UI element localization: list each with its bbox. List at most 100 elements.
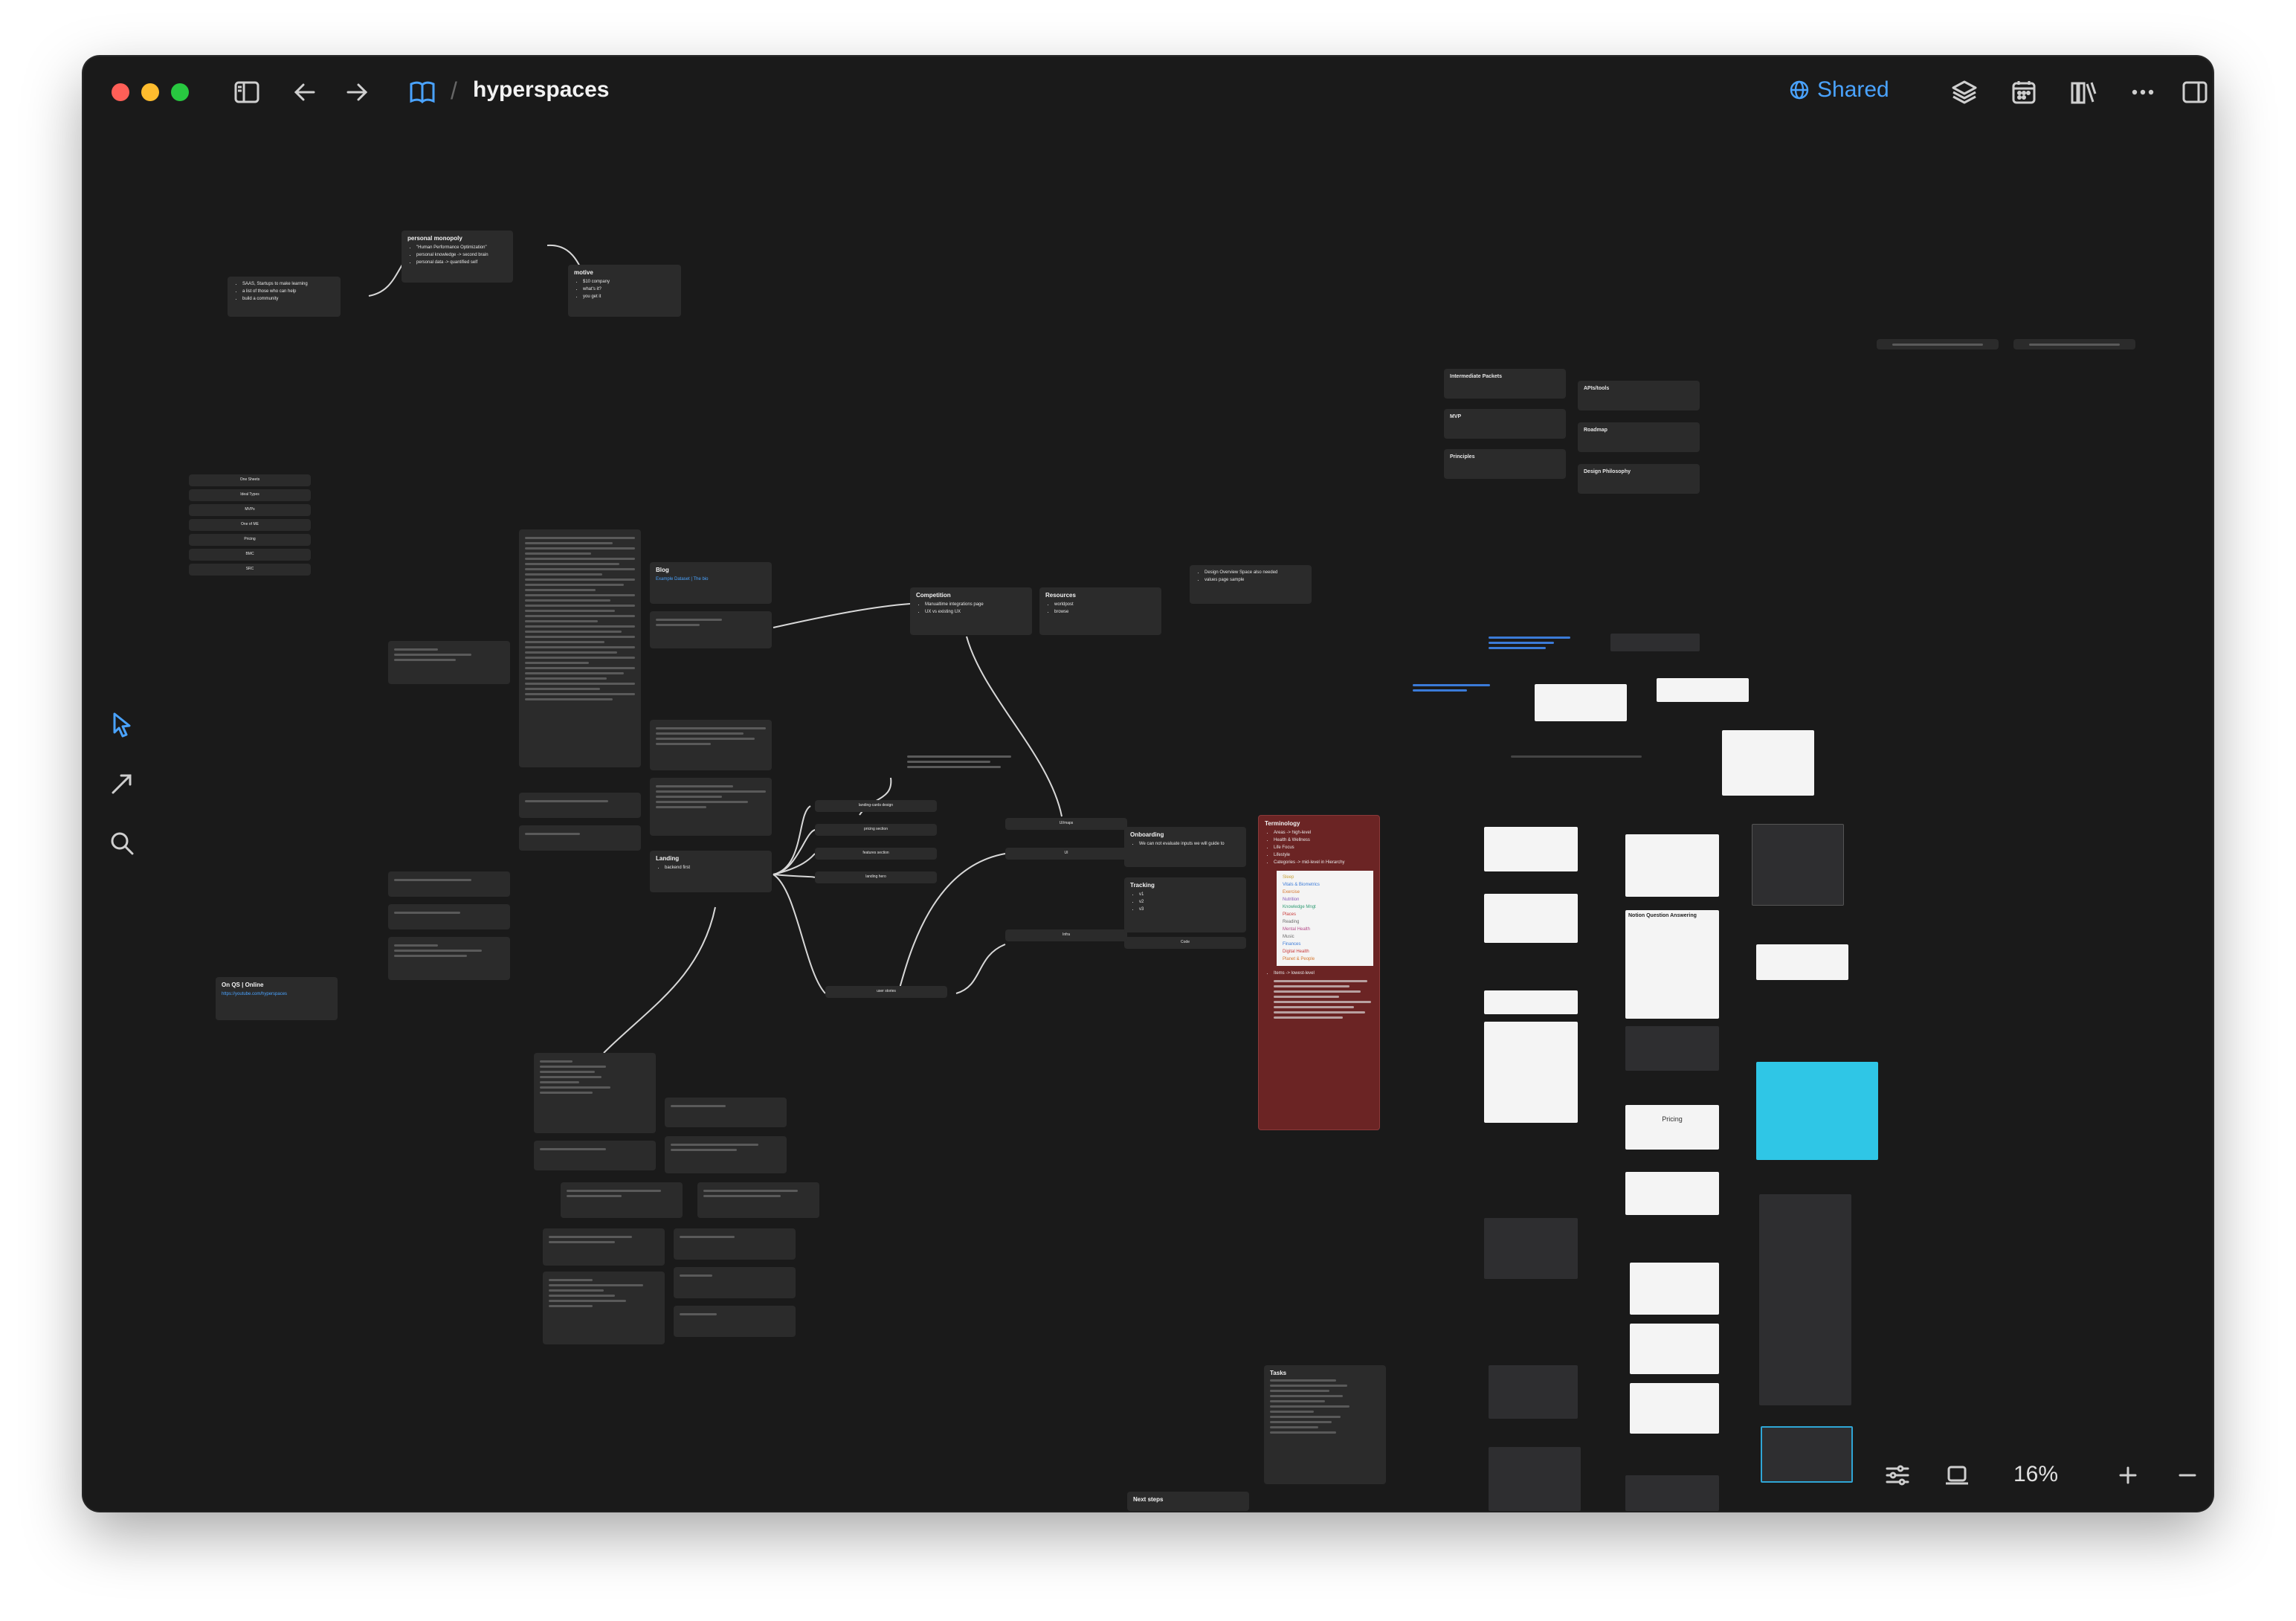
note-quote-1[interactable]: [388, 871, 510, 897]
screenshot-thumbnail[interactable]: [1484, 1218, 1578, 1279]
screenshot-thumbnail[interactable]: [1761, 1426, 1853, 1483]
zoom-out-icon[interactable]: [2173, 1460, 2202, 1490]
card-design-philosophy[interactable]: Design Philosophy: [1578, 464, 1700, 494]
arrow-right-icon[interactable]: [342, 77, 372, 107]
note-quote-2[interactable]: [388, 904, 510, 929]
card-mvp[interactable]: MVP: [1444, 409, 1566, 439]
note-mid-1[interactable]: [650, 720, 772, 770]
list-item[interactable]: Pricing: [189, 534, 311, 546]
connector-tool-icon[interactable]: [107, 769, 137, 799]
chip-label[interactable]: UI: [1005, 848, 1127, 860]
arrow-left-icon[interactable]: [290, 77, 320, 107]
canvas-settings-icon[interactable]: [1883, 1460, 1912, 1490]
zoom-window-button[interactable]: [171, 83, 189, 101]
note-lower-8[interactable]: [674, 1228, 796, 1260]
screenshot-thumbnail[interactable]: [1610, 634, 1700, 651]
screenshot-thumbnail[interactable]: [1756, 944, 1848, 980]
link-caption[interactable]: [1489, 634, 1570, 652]
screenshot-thumbnail[interactable]: [1759, 1194, 1851, 1405]
section-label[interactable]: landing hero: [815, 871, 937, 883]
card-onboarding[interactable]: Onboarding We can not evaluate inputs we…: [1124, 827, 1246, 867]
list-item[interactable]: One Sheets: [189, 474, 311, 486]
screenshot-thumbnail[interactable]: [1657, 678, 1749, 702]
card-blog[interactable]: Blog Example Dataset | The bio: [650, 562, 772, 604]
screenshot-thumbnail[interactable]: [1484, 894, 1578, 943]
link-caption[interactable]: [1413, 681, 1490, 695]
library-icon[interactable]: [2068, 77, 2098, 107]
screenshot-thumbnail[interactable]: [1722, 730, 1814, 796]
card-next-steps[interactable]: Next steps: [1127, 1492, 1249, 1511]
section-label[interactable]: features section: [815, 848, 937, 860]
chip-label[interactable]: Infra: [1005, 929, 1127, 941]
pricing-thumbnail[interactable]: Pricing: [1625, 1105, 1719, 1150]
note-lower-2[interactable]: [665, 1098, 787, 1127]
note-design[interactable]: Design Overview Space also needed values…: [1190, 565, 1312, 604]
card-blog-notes[interactable]: [650, 611, 772, 648]
screenshot-thumbnail[interactable]: [1484, 990, 1578, 1014]
card-personal-monopoly[interactable]: personal monopoly "Human Performance Opt…: [402, 231, 513, 283]
screenshot-thumbnail[interactable]: [1489, 1447, 1581, 1511]
card-resources[interactable]: Resources worldpost browse: [1039, 587, 1161, 635]
section-label[interactable]: landing-cards design: [815, 800, 937, 812]
zoom-level[interactable]: 16%: [2013, 1462, 2058, 1487]
note-lower-7[interactable]: [543, 1228, 665, 1266]
card-manifesto[interactable]: [519, 529, 641, 767]
screenshot-thumbnail[interactable]: [1630, 1324, 1719, 1374]
screenshot-thumbnail[interactable]: [1484, 1022, 1578, 1123]
link-chip[interactable]: [2013, 339, 2135, 349]
notion-question-answering-thumbnail[interactable]: Notion Question Answering: [1625, 910, 1719, 1019]
note-lower-10[interactable]: [674, 1267, 796, 1298]
book-icon[interactable]: [407, 77, 437, 107]
card-apis-tools[interactable]: APIs/tools: [1578, 381, 1700, 410]
screenshot-thumbnail[interactable]: [1625, 1172, 1719, 1215]
note-personalization[interactable]: [519, 825, 641, 851]
close-window-button[interactable]: [112, 83, 129, 101]
screenshot-thumbnail[interactable]: [1630, 1263, 1719, 1315]
screenshot-thumbnail[interactable]: [1625, 1026, 1719, 1071]
card-landing[interactable]: Landing backend first: [650, 851, 772, 892]
note-lower-9[interactable]: [543, 1272, 665, 1344]
zoom-in-icon[interactable]: [2113, 1460, 2143, 1490]
select-tool-icon[interactable]: [107, 709, 137, 739]
card-on-qs[interactable]: On QS | Online https://youtube.com/hyper…: [216, 977, 338, 1020]
note-lower-6[interactable]: [697, 1182, 819, 1218]
note-lower-3[interactable]: [534, 1141, 656, 1170]
note-mid-2[interactable]: [650, 778, 772, 836]
layers-icon[interactable]: [1950, 77, 1979, 107]
chip-label[interactable]: UI/maps: [1005, 818, 1127, 830]
qs-link[interactable]: https://youtube.com/hyperspaces: [222, 991, 332, 998]
list-item[interactable]: MVPs: [189, 504, 311, 516]
card-tasks[interactable]: Tasks: [1264, 1365, 1386, 1484]
chip-label[interactable]: Code: [1124, 937, 1246, 949]
screenshot-thumbnail[interactable]: [1752, 824, 1844, 906]
card-terminology[interactable]: Terminology Areas -> high-level Health &…: [1258, 815, 1380, 1130]
screenshot-thumbnail[interactable]: [1489, 1365, 1578, 1419]
card-roadmap[interactable]: Roadmap: [1578, 422, 1700, 452]
note-lower-4[interactable]: [665, 1136, 787, 1173]
search-icon[interactable]: [107, 828, 137, 858]
present-mode-icon[interactable]: [1942, 1460, 1972, 1490]
inspector-toggle-icon[interactable]: [2180, 77, 2210, 107]
note-capture[interactable]: [519, 793, 641, 818]
link-chip[interactable]: [1877, 339, 1999, 349]
screenshot-thumbnail[interactable]: [1630, 1383, 1719, 1434]
blog-link[interactable]: Example Dataset | The bio: [656, 576, 766, 583]
whiteboard-canvas[interactable]: SAAS, Startups to make learning a list o…: [83, 131, 2213, 1511]
note-lower-11[interactable]: [674, 1306, 796, 1337]
card-intermediate-packets[interactable]: Intermediate Packets: [1444, 369, 1566, 399]
more-icon[interactable]: [2128, 77, 2158, 107]
list-item[interactable]: SRC: [189, 564, 311, 576]
minimize-window-button[interactable]: [141, 83, 159, 101]
note-startups[interactable]: SAAS, Startups to make learning a list o…: [228, 277, 341, 317]
card-motive[interactable]: motive $10 company what's it? you get it: [568, 265, 681, 317]
screenshot-thumbnail[interactable]: [1484, 827, 1578, 871]
chip-label[interactable]: user stories: [825, 986, 947, 998]
note-quote-3[interactable]: [388, 937, 510, 980]
card-tracking[interactable]: Tracking v1 v2 v3: [1124, 877, 1246, 932]
card-principles[interactable]: Principles: [1444, 449, 1566, 479]
shared-button[interactable]: Shared: [1789, 77, 1889, 103]
screenshot-thumbnail[interactable]: [1625, 1475, 1719, 1511]
list-item[interactable]: Ideal Types: [189, 489, 311, 501]
sidebar-toggle-icon[interactable]: [232, 77, 262, 107]
calendar-icon[interactable]: [2009, 77, 2039, 107]
